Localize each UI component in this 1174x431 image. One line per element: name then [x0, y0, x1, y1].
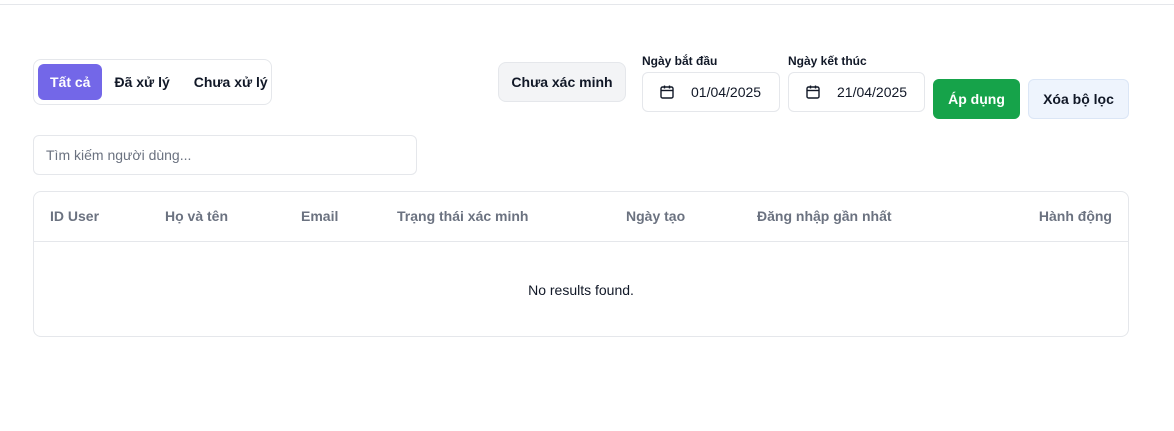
tab-unprocessed[interactable]: Chưa xử lý [182, 64, 280, 100]
start-date-picker[interactable]: 01/04/2025 [642, 72, 780, 112]
apply-button[interactable]: Áp dụng [933, 79, 1020, 119]
column-email: Email [301, 208, 339, 224]
users-table: ID User Họ và tên Email Trạng thái xác m… [33, 191, 1129, 337]
column-id-user: ID User [50, 208, 100, 224]
column-full-name: Họ và tên [165, 208, 229, 224]
column-created-date: Ngày tạo [626, 208, 686, 224]
status-tabs: Tất cả Đã xử lý Chưa xử lý [33, 59, 272, 105]
calendar-icon [659, 84, 675, 100]
unverified-filter-button[interactable]: Chưa xác minh [498, 62, 626, 102]
top-divider [0, 0, 1174, 5]
clear-filter-button[interactable]: Xóa bộ lọc [1028, 79, 1129, 119]
column-actions: Hành động [1038, 208, 1112, 224]
end-date-picker[interactable]: 21/04/2025 [788, 72, 925, 112]
end-date-label: Ngày kết thúc [788, 54, 867, 68]
column-last-login: Đăng nhập gần nhất [757, 208, 892, 224]
start-date-group: Ngày bắt đầu 01/04/2025 [642, 54, 780, 112]
empty-state-text: No results found. [528, 281, 634, 298]
tab-processed[interactable]: Đã xử lý [102, 64, 181, 100]
calendar-icon [805, 84, 821, 100]
column-verification-status: Trạng thái xác minh [397, 208, 529, 224]
end-date-group: Ngày kết thúc 21/04/2025 [788, 54, 925, 112]
search-input[interactable] [33, 135, 417, 175]
start-date-value: 01/04/2025 [691, 84, 762, 100]
tab-all[interactable]: Tất cả [38, 64, 103, 100]
end-date-value: 21/04/2025 [837, 84, 908, 100]
start-date-label: Ngày bắt đầu [642, 54, 718, 68]
table-header: ID User Họ và tên Email Trạng thái xác m… [34, 192, 1128, 242]
